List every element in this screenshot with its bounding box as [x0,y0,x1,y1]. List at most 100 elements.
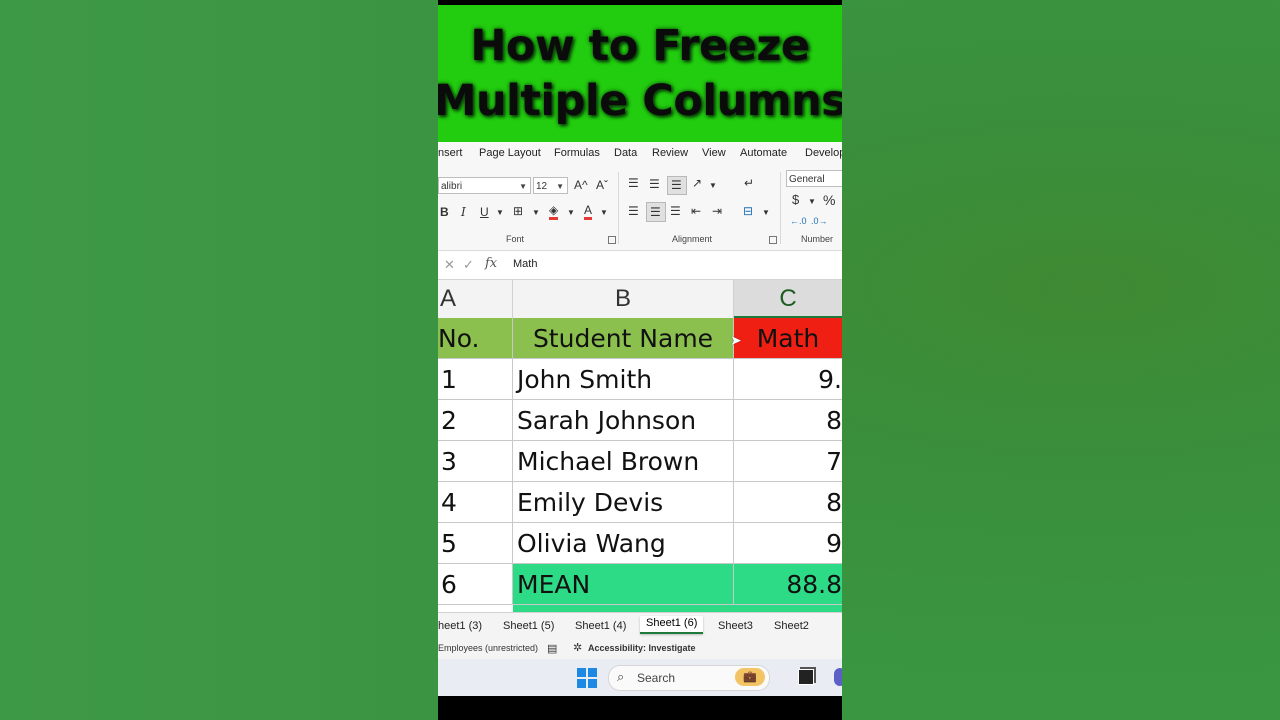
table-cell-no[interactable]: 5 [438,523,513,564]
column-header-a[interactable]: A [438,280,513,318]
align-center-button[interactable]: ☰ [646,202,666,222]
currency-button[interactable]: $ [792,193,799,207]
align-bottom-button[interactable]: ☰ [667,176,687,195]
chevron-down-icon[interactable]: ▼ [709,179,717,193]
workbook-stats-icon[interactable]: ▤ [547,642,557,655]
task-view-icon[interactable] [798,669,814,685]
table-cell-math[interactable]: 8 [734,482,842,523]
chevron-down-icon[interactable]: ▼ [600,206,608,220]
briefcase-icon[interactable]: 💼 [735,668,765,686]
table-cell-mean-label[interactable]: MEAN [513,564,734,605]
status-bar: Employees (unrestricted) ▤ ✲ Accessibili… [438,639,842,659]
teams-icon[interactable] [834,668,842,686]
table-cell-no[interactable]: 4 [438,482,513,523]
underline-button[interactable]: U [480,205,489,219]
table-cell-mean-value[interactable]: 88.8 [734,564,842,605]
tab-view[interactable]: View [702,147,726,159]
wrap-text-icon[interactable]: ↵ [744,176,754,190]
alignment-group-label: Alignment [672,234,713,244]
column-headers: A B C [438,280,842,318]
align-center-icon: ☰ [650,205,661,219]
table-cell-math[interactable]: 9. [734,359,842,400]
italic-button[interactable]: I [461,205,466,219]
table-cell-math[interactable]: 8 [734,400,842,441]
table-cell-name[interactable]: Olivia Wang [513,523,734,564]
table-cell-no[interactable]: 3 [438,441,513,482]
tab-page-layout[interactable]: Page Layout [479,147,541,159]
formula-bar: ✕ ✓ fx Math [438,251,842,280]
chevron-down-icon[interactable]: ▼ [567,206,575,220]
align-left-icon[interactable]: ☰ [628,204,639,218]
bold-button[interactable]: B [440,205,449,219]
percent-button[interactable]: % [823,193,835,207]
sheet-tab-active[interactable]: Sheet1 (6) [640,616,704,634]
taskbar-search[interactable]: ⌕ Search 💼 [608,665,770,691]
column-header-b[interactable]: B [513,280,734,318]
sensitivity-label[interactable]: Employees (unrestricted) [438,643,538,653]
accessibility-icon: ✲ [573,642,583,654]
chevron-down-icon[interactable]: ▼ [496,206,504,220]
header-cell-student-name[interactable]: Student Name [513,318,734,359]
header-cell-no[interactable]: No. [438,318,513,359]
windows-taskbar: ⌕ Search 💼 [438,659,842,696]
sheet-tab[interactable]: Sheet3 [718,620,753,632]
fill-color-icon[interactable]: ◈ [549,203,559,220]
decrease-indent-icon[interactable]: ⇤ [691,204,701,218]
formula-input[interactable]: Math [513,258,537,270]
search-placeholder: Search [637,671,676,685]
font-name-value: alibri [441,181,463,192]
font-size-select[interactable]: 12 ▼ [533,177,568,194]
title-line-1: How to Freeze [470,20,810,71]
tab-developer[interactable]: Develop [805,147,842,159]
align-middle-icon[interactable]: ☰ [649,177,660,191]
table-cell-math[interactable]: 7 [734,441,842,482]
number-format-value: General [789,174,825,185]
borders-icon[interactable]: ⊞ [513,204,523,218]
align-right-icon[interactable]: ☰ [670,204,681,218]
orientation-icon[interactable]: ↗ [692,176,702,190]
chevron-down-icon[interactable]: ▼ [808,195,816,209]
align-top-icon[interactable]: ☰ [628,176,639,190]
windows-start-icon[interactable] [577,668,597,688]
chevron-down-icon: ▼ [556,182,564,191]
chevron-down-icon[interactable]: ▼ [762,206,770,220]
tab-formulas[interactable]: Formulas [554,147,600,159]
font-color-icon[interactable]: A [584,203,593,220]
ribbon-body: alibri ▼ 12 ▼ A^ Aˇ B I U ▼ ⊞ ▼ ◈ ▼ A ▼ … [438,166,842,251]
sheet-tab[interactable]: Sheet2 [774,620,809,632]
number-format-select[interactable]: General [786,170,842,187]
table-cell-math[interactable]: 9 [734,523,842,564]
header-cell-math[interactable]: Math [734,318,842,359]
shrink-font-button[interactable]: Aˇ [596,178,608,192]
grow-font-button[interactable]: A^ [574,178,588,192]
tab-review[interactable]: Review [652,147,688,159]
tab-data[interactable]: Data [614,147,637,159]
sheet-tab[interactable]: Sheet1 (4) [575,620,626,632]
insert-function-icon[interactable]: fx [485,256,497,271]
font-name-select[interactable]: alibri ▼ [438,177,531,194]
chevron-down-icon[interactable]: ▼ [532,206,540,220]
enter-icon[interactable]: ✓ [463,257,474,273]
increase-indent-icon[interactable]: ⇥ [712,204,722,218]
table-cell-no[interactable]: 2 [438,400,513,441]
table-cell-name[interactable]: Sarah Johnson [513,400,734,441]
decrease-decimal-icon[interactable]: .0→ [811,214,828,228]
font-dialog-launcher-icon[interactable] [608,236,616,244]
tab-automate[interactable]: Automate [740,147,787,159]
alignment-dialog-launcher-icon[interactable] [769,236,777,244]
table-cell-name[interactable]: Michael Brown [513,441,734,482]
table-cell-name[interactable]: Emily Devis [513,482,734,523]
column-header-c[interactable]: C [734,280,842,318]
table-cell-no[interactable]: 6 [438,564,513,605]
ribbon-tabs: nsert Page Layout Formulas Data Review V… [438,142,842,166]
table-cell-name[interactable]: John Smith [513,359,734,400]
merge-center-icon[interactable]: ⊟ [743,204,753,218]
sheet-tab[interactable]: Sheet1 (5) [503,620,554,632]
cancel-icon[interactable]: ✕ [444,257,455,273]
accessibility-status[interactable]: Accessibility: Investigate [588,643,696,653]
increase-decimal-icon[interactable]: ←.0 [790,214,807,228]
tab-insert[interactable]: nsert [438,147,462,159]
sheet-tab[interactable]: heet1 (3) [438,620,482,632]
number-group-label: Number [801,234,834,244]
table-cell-no[interactable]: 1 [438,359,513,400]
